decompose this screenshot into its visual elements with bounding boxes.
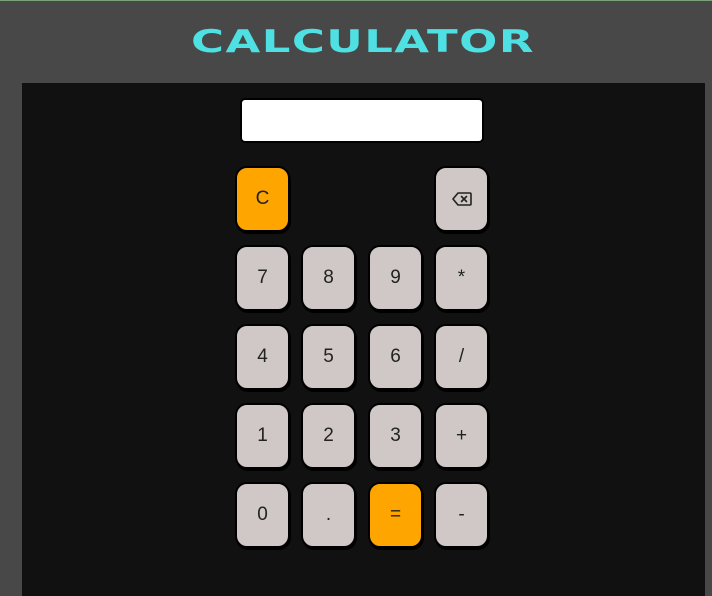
digit-9-button[interactable]: 9 xyxy=(368,245,423,311)
digit-1-button[interactable]: 1 xyxy=(235,403,290,469)
calculator-panel: C 7 8 9 * 4 5 6 / 1 2 3 + 0 . = - xyxy=(22,83,705,596)
digit-2-button[interactable]: 2 xyxy=(301,403,356,469)
backspace-button[interactable] xyxy=(434,166,489,232)
digit-5-button[interactable]: 5 xyxy=(301,324,356,390)
clear-button[interactable]: C xyxy=(235,166,290,232)
calculator-display[interactable] xyxy=(240,98,484,143)
plus-button[interactable]: + xyxy=(434,403,489,469)
multiply-button[interactable]: * xyxy=(434,245,489,311)
equals-button[interactable]: = xyxy=(368,482,423,548)
digit-6-button[interactable]: 6 xyxy=(368,324,423,390)
page-title: CALCULATOR xyxy=(191,24,535,60)
digit-4-button[interactable]: 4 xyxy=(235,324,290,390)
minus-button[interactable]: - xyxy=(434,482,489,548)
digit-0-button[interactable]: 0 xyxy=(235,482,290,548)
digit-3-button[interactable]: 3 xyxy=(368,403,423,469)
divide-button[interactable]: / xyxy=(434,324,489,390)
backspace-icon xyxy=(451,192,472,206)
decimal-button[interactable]: . xyxy=(301,482,356,548)
digit-7-button[interactable]: 7 xyxy=(235,245,290,311)
digit-8-button[interactable]: 8 xyxy=(301,245,356,311)
